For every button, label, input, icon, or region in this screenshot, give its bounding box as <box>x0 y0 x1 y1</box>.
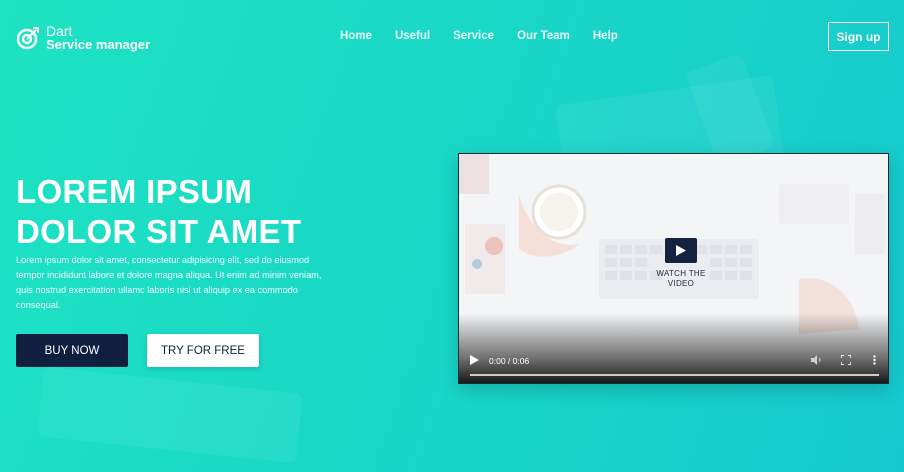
nav-home[interactable]: Home <box>340 30 372 42</box>
hero-title-line1: LOREM IPSUM <box>16 173 253 210</box>
brand-name: Dart Service manager <box>46 24 150 52</box>
fullscreen-icon[interactable] <box>841 355 851 365</box>
nav-help[interactable]: Help <box>593 30 618 42</box>
volume-icon[interactable] <box>811 355 822 365</box>
play-overlay-button[interactable] <box>665 238 697 263</box>
brand-line2: Service manager <box>46 37 151 52</box>
video-player[interactable]: WATCH THE VIDEO 0:00 / 0:06 <box>458 153 889 384</box>
hero-title-line2: DOLOR SIT AMET <box>16 213 302 250</box>
try-free-button[interactable]: TRY FOR FREE <box>147 334 259 367</box>
watch-video-line2: VIDEO <box>667 279 695 288</box>
landing-page: Dart Service manager Home Useful Service… <box>0 0 904 472</box>
signup-button[interactable]: Sign up <box>828 22 889 51</box>
brand-line1: Dart <box>46 23 73 39</box>
nav-useful[interactable]: Useful <box>395 30 430 42</box>
more-options-icon[interactable] <box>873 355 876 365</box>
play-icon <box>676 245 686 256</box>
hero-description: Lorem ipsum dolor sit amet, consectetur … <box>16 255 322 310</box>
target-icon <box>16 27 39 50</box>
video-controls: 0:00 / 0:06 <box>459 349 888 383</box>
video-progress-bar[interactable] <box>470 374 879 376</box>
background-shape <box>37 366 303 464</box>
brand-logo[interactable]: Dart Service manager <box>16 24 150 52</box>
play-control-icon[interactable] <box>470 355 479 365</box>
main-nav: Home Useful Service Our Team Help <box>340 30 641 42</box>
header: Dart Service manager Home Useful Service… <box>0 0 904 75</box>
nav-service[interactable]: Service <box>453 30 494 42</box>
watch-video-label: WATCH THE VIDEO <box>639 269 723 289</box>
nav-our-team[interactable]: Our Team <box>517 30 570 42</box>
video-time: 0:00 / 0:06 <box>489 356 530 366</box>
buy-now-button[interactable]: BUY NOW <box>16 334 128 367</box>
hero-title: LOREM IPSUM DOLOR SIT AMET <box>16 172 301 252</box>
watch-video-line1: WATCH THE <box>656 269 706 278</box>
